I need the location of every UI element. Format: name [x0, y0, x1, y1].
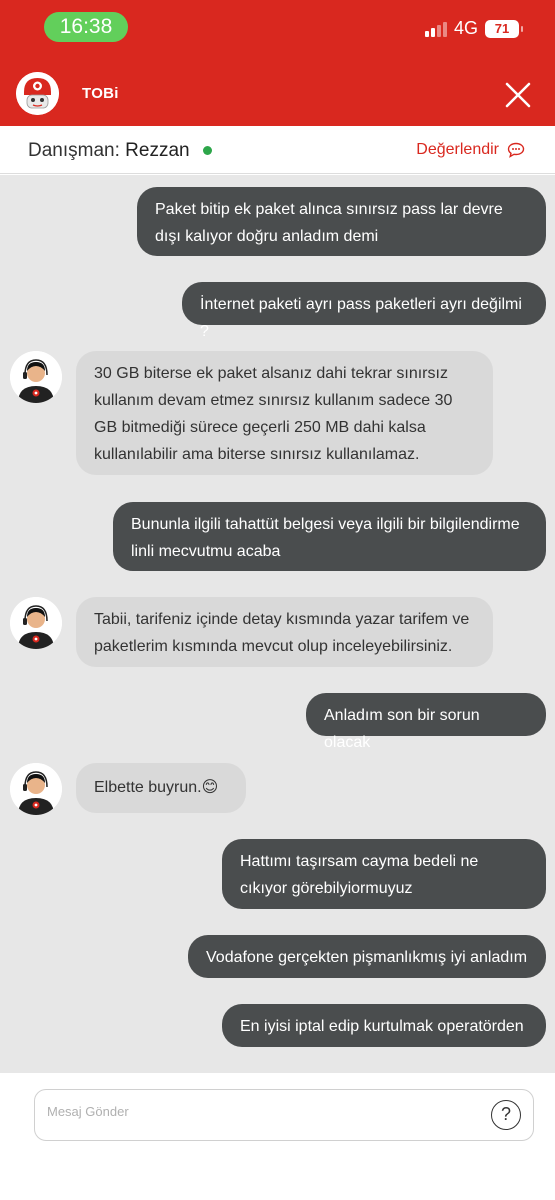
user-message: Bununla ilgili tahattüt belgesi veya ilg…	[113, 502, 546, 571]
agent-message: 30 GB biterse ek paket alsanız dahi tekr…	[76, 351, 493, 475]
chat-area: Paket bitip ek paket alınca sınırsız pas…	[0, 175, 555, 1073]
agent-avatar	[10, 763, 62, 815]
battery-icon: 71	[485, 19, 523, 38]
user-message: Anladım son bir sorun olacak	[306, 693, 546, 751]
advisor-bar: Danışman: Rezzan Değerlendir	[0, 126, 555, 174]
rate-label: Değerlendir	[416, 141, 499, 158]
user-message: En iyisi iptal edip kurtulmak operatörde…	[222, 1004, 546, 1047]
message-input-box: ?	[34, 1089, 534, 1141]
app-header: 16:38 4G 71 TOBi	[0, 0, 555, 126]
advisor-label: Danışman:	[28, 140, 120, 161]
advisor-name: Rezzan	[125, 140, 190, 161]
signal-icon	[424, 21, 447, 37]
chat-bubble-icon	[507, 142, 525, 158]
status-indicators: 4G 71	[424, 18, 523, 39]
user-message: Hattımı taşırsam cayma bedeli ne cıkıyor…	[222, 839, 546, 909]
online-status-dot	[202, 146, 212, 156]
bot-avatar	[16, 72, 59, 115]
rate-button[interactable]: Değerlendir	[416, 141, 525, 159]
agent-message: Elbette buyrun.😊	[76, 763, 246, 813]
help-icon[interactable]: ?	[491, 1100, 521, 1130]
agent-message: Tabii, tarifeniz içinde detay kısmında y…	[76, 597, 493, 667]
message-input-area: ?	[0, 1073, 555, 1200]
advisor-info: Danışman: Rezzan	[28, 140, 212, 162]
network-type: 4G	[453, 18, 478, 38]
agent-avatar	[10, 351, 62, 403]
status-time: 16:38	[44, 12, 128, 42]
agent-avatar	[10, 597, 62, 649]
user-message: Vodafone gerçekten pişmanlıkmış iyi anla…	[188, 935, 546, 978]
chat-title: TOBi	[82, 85, 119, 102]
user-message: İnternet paketi ayrı pass paketleri ayrı…	[182, 282, 546, 340]
close-icon[interactable]	[503, 80, 533, 110]
user-message: Paket bitip ek paket alınca sınırsız pas…	[137, 187, 546, 256]
message-input[interactable]	[47, 1100, 487, 1122]
